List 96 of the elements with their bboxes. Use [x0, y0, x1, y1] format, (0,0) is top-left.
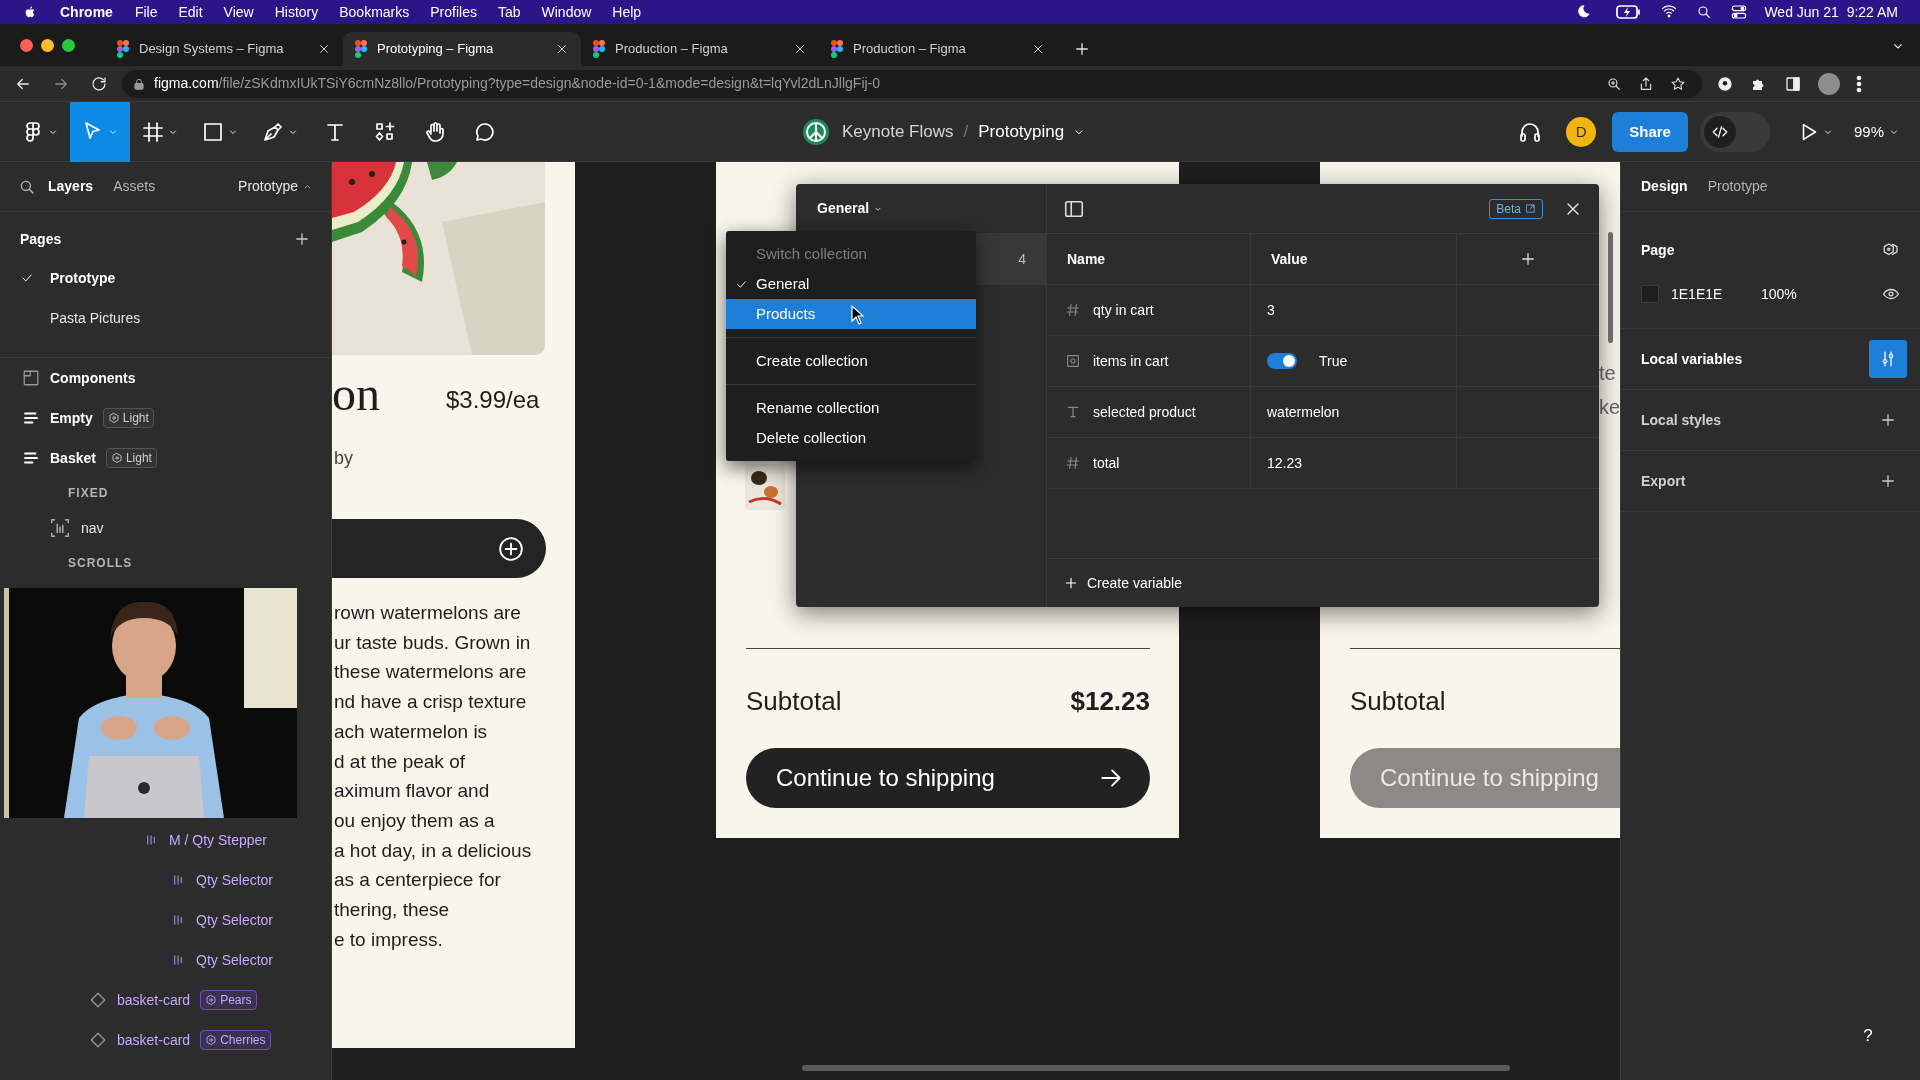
layer-name[interactable]: basket-card: [117, 1029, 191, 1051]
menu-header: Switch collection: [755, 243, 868, 264]
description-line: these watermelons are: [334, 660, 528, 685]
section-title: Local variables: [1641, 349, 1743, 369]
browser-tab[interactable]: Prototyping – Figma: [343, 32, 581, 66]
share-button[interactable]: Share: [1612, 112, 1688, 152]
layer-name[interactable]: nav: [81, 517, 104, 539]
description-line: d at the peak of: [334, 749, 466, 774]
description-line: nd have a crisp texture: [334, 690, 528, 715]
menu-item[interactable]: Delete collection: [726, 423, 976, 453]
menu-item[interactable]: Window: [541, 1, 592, 23]
layer-name[interactable]: Qty Selector: [196, 869, 274, 891]
menu-item[interactable]: History: [274, 1, 319, 23]
column-header: Name: [1047, 234, 1251, 284]
project-name[interactable]: Keynote Flows: [842, 119, 954, 145]
pages-title: Pages: [20, 229, 62, 249]
description-line: aximum flavor and: [334, 779, 491, 804]
description-line: rown watermelons are: [334, 601, 522, 625]
description-line: ur taste buds. Grown in: [334, 630, 532, 655]
tab-title: Design Systems – Figma: [139, 40, 285, 59]
browser-tab[interactable]: Production – Figma: [581, 32, 819, 66]
section-title: Page: [1641, 240, 1675, 260]
layer-name[interactable]: Empty: [50, 407, 93, 429]
file-name[interactable]: Prototyping: [978, 119, 1065, 145]
collection-selector[interactable]: General: [817, 198, 884, 219]
description-line: as a centerpiece for: [334, 868, 502, 893]
create-variable-button[interactable]: Create variable: [1063, 572, 1182, 594]
address-field[interactable]: figma.com/file/zSKdmxIUkTSiY6cmNz8llo/Prototyping?type=design&node-id=0-1&mode=design&t=lqYvl2dLnJllgFij-0: [122, 69, 1702, 98]
layer-name[interactable]: Qty Selector: [196, 909, 274, 931]
tab-title: Prototyping – Figma: [377, 40, 495, 59]
menu-item[interactable]: Products: [726, 299, 976, 329]
variable-name[interactable]: items in cart: [1093, 350, 1169, 372]
menu-item[interactable]: View: [223, 1, 254, 23]
menu-item[interactable]: Help: [612, 1, 642, 23]
description-line: e to impress.: [334, 927, 444, 952]
variable-value[interactable]: 3: [1267, 299, 1275, 321]
variable-value[interactable]: watermelon: [1267, 401, 1340, 423]
variable-name[interactable]: total: [1093, 452, 1120, 474]
text-fragment: te: [1599, 361, 1617, 386]
column-header: Value: [1251, 234, 1457, 284]
description-line: a hot day, in a delicious: [334, 838, 532, 863]
layer-name[interactable]: M / Qty Stepper: [169, 829, 268, 851]
layer-name[interactable]: Components: [50, 367, 136, 389]
page-menu[interactable]: Prototype: [238, 176, 313, 197]
menu-item[interactable]: Edit: [178, 1, 203, 23]
page-item[interactable]: Pasta Pictures: [0, 298, 331, 338]
layer-group-label: SCROLLS: [68, 555, 133, 572]
beta-badge[interactable]: Beta: [1489, 198, 1543, 219]
zoom-level[interactable]: 99%: [1853, 120, 1884, 144]
panel-tab[interactable]: Layers: [48, 176, 94, 197]
browser-tab[interactable]: Design Systems – Figma: [105, 32, 343, 66]
variable-name[interactable]: qty in cart: [1093, 299, 1154, 321]
menu-item[interactable]: Profiles: [430, 1, 477, 23]
layer-name[interactable]: basket-card: [117, 989, 191, 1011]
panel-tab[interactable]: Assets: [113, 176, 156, 197]
layer-name[interactable]: Basket: [50, 447, 96, 469]
product-title: on: [332, 370, 380, 418]
menu-item[interactable]: Bookmarks: [339, 1, 410, 23]
variant-badge[interactable]: Pears: [200, 990, 257, 1010]
continue-button[interactable]: Continue to shipping: [746, 748, 1150, 808]
product-byline: by: [334, 447, 353, 470]
section-title: Local styles: [1641, 410, 1722, 430]
panel-tab[interactable]: Prototype: [1707, 176, 1768, 197]
menubar-clock[interactable]: Wed Jun 21 9:22 AM: [1764, 1, 1898, 23]
browser-tab[interactable]: Production – Figma: [819, 32, 1057, 66]
menu-item[interactable]: Create collection: [726, 346, 976, 376]
subtotal-label: Subtotal: [1350, 685, 1446, 718]
layer-group-label: FIXED: [68, 485, 109, 502]
subtotal-label: Subtotal: [746, 685, 842, 718]
tab-title: Production – Figma: [853, 40, 967, 59]
tab-title: Production – Figma: [615, 40, 729, 59]
app-menu[interactable]: Chrome: [60, 1, 113, 23]
menu-item[interactable]: Tab: [497, 1, 521, 23]
user-avatar[interactable]: D: [1566, 117, 1597, 147]
opacity-value[interactable]: 100%: [1761, 283, 1797, 305]
variable-value[interactable]: 12.23: [1267, 452, 1303, 474]
subtotal-amount: $12.23: [1070, 685, 1150, 718]
menu-item[interactable]: Rename collection: [726, 393, 976, 423]
variable-name[interactable]: selected product: [1093, 401, 1196, 423]
breadcrumb-separator: /: [963, 121, 969, 144]
menu-item[interactable]: File: [134, 1, 158, 23]
variable-value[interactable]: True: [1319, 350, 1348, 372]
variant-badge[interactable]: Cherries: [200, 1030, 271, 1050]
text-fragment: ke: [1599, 395, 1620, 420]
product-price: $3.99/ea: [446, 385, 540, 415]
layer-name[interactable]: Qty Selector: [196, 949, 274, 971]
color-hex-value[interactable]: 1E1E1E: [1671, 283, 1761, 305]
page-item[interactable]: Prototype: [0, 258, 331, 298]
menu-item[interactable]: General: [726, 269, 976, 299]
description-line: ach watermelon is: [334, 719, 489, 744]
variant-badge[interactable]: Light: [102, 408, 154, 428]
panel-tab[interactable]: Design: [1641, 176, 1688, 197]
description-line: thering, these: [334, 898, 451, 923]
section-title: Export: [1641, 471, 1686, 491]
description-line: ou enjoy them as a: [334, 808, 496, 833]
variant-badge[interactable]: Light: [105, 448, 157, 468]
